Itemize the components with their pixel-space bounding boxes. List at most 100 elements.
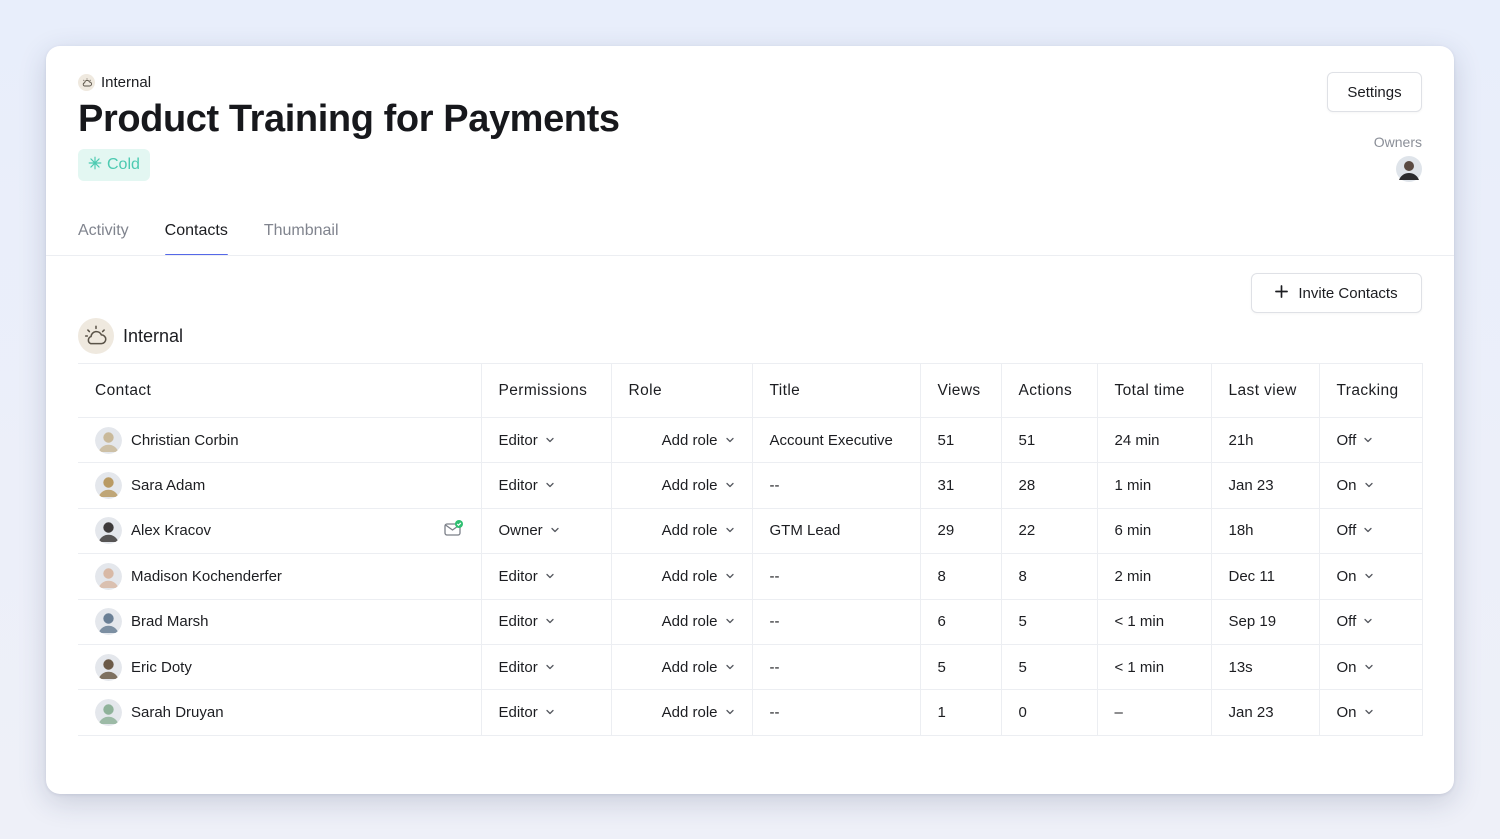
actions-cell: 28 — [1000, 462, 1097, 509]
chevron-down-icon — [1364, 568, 1374, 585]
tracking-cell: Off — [1318, 417, 1423, 464]
permission-cell: Editor — [480, 553, 611, 600]
column-header[interactable]: Permissions — [480, 363, 611, 418]
tracking-value: On — [1336, 704, 1357, 722]
role-dropdown[interactable]: Add role — [662, 522, 735, 539]
avatar[interactable] — [95, 699, 122, 727]
column-header[interactable]: Total time — [1096, 363, 1211, 418]
permission-dropdown[interactable]: Editor — [499, 613, 555, 630]
title-cell: -- — [751, 644, 920, 691]
permission-dropdown[interactable]: Editor — [499, 568, 555, 585]
table-row[interactable]: Christian Corbin Editor Add role Account… — [78, 417, 1423, 464]
role-value: Add role — [661, 477, 718, 495]
document-card: Internal Product Training for Payments C… — [46, 46, 1454, 794]
tracking-value: Off — [1336, 613, 1357, 631]
chevron-down-icon — [1363, 432, 1373, 449]
permission-value: Owner — [498, 522, 543, 540]
permission-cell: Editor — [480, 462, 611, 509]
tab-contacts[interactable]: Contacts — [164, 222, 228, 256]
tab-thumbnail[interactable]: Thumbnail — [264, 222, 339, 256]
tracking-value: Off — [1336, 431, 1357, 449]
settings-button[interactable]: Settings — [1327, 72, 1422, 112]
chevron-down-icon — [545, 568, 555, 585]
chevron-down-icon — [1364, 477, 1374, 494]
title-cell: -- — [751, 553, 920, 600]
tracking-dropdown[interactable]: On — [1337, 568, 1374, 585]
tracking-dropdown[interactable]: Off — [1337, 613, 1374, 630]
tab-activity[interactable]: Activity — [78, 222, 129, 256]
section-header: Internal — [78, 318, 183, 354]
role-dropdown[interactable]: Add role — [662, 477, 735, 494]
avatar[interactable] — [95, 517, 122, 545]
breadcrumb[interactable]: Internal — [78, 74, 620, 91]
column-header[interactable]: Tracking — [1318, 363, 1423, 418]
status-badge[interactable]: Cold — [78, 149, 150, 181]
tracking-dropdown[interactable]: On — [1337, 704, 1374, 721]
contact-cell: Alex Kracov — [78, 508, 481, 555]
last-view-cell: 21h — [1210, 417, 1319, 464]
tracking-dropdown[interactable]: On — [1337, 477, 1374, 494]
permission-dropdown[interactable]: Editor — [499, 432, 555, 449]
permission-dropdown[interactable]: Owner — [499, 522, 560, 539]
views-cell: 6 — [919, 599, 1001, 645]
tracking-value: On — [1336, 477, 1357, 495]
column-header[interactable]: Role — [610, 363, 752, 418]
chevron-down-icon — [725, 659, 735, 676]
permission-dropdown[interactable]: Editor — [499, 477, 555, 494]
permission-dropdown[interactable]: Editor — [499, 659, 555, 676]
title-cell: Account Executive — [751, 417, 920, 464]
chevron-down-icon — [725, 432, 735, 449]
total-time-cell: 6 min — [1096, 508, 1211, 555]
sun-cloud-icon — [78, 318, 114, 354]
views-cell: 5 — [919, 644, 1001, 691]
tracking-cell: On — [1318, 462, 1423, 509]
permission-value: Editor — [498, 613, 538, 631]
column-header[interactable]: Title — [751, 363, 920, 418]
role-dropdown[interactable]: Add role — [662, 659, 735, 676]
chevron-down-icon — [545, 613, 555, 630]
role-cell: Add role — [610, 553, 752, 600]
table-header-row: Contact Permissions Role Title Views Act… — [78, 363, 1423, 418]
table-row[interactable]: Sara Adam Editor Add role -- 31 28 1 min… — [78, 462, 1423, 509]
avatar[interactable] — [95, 426, 122, 454]
column-header[interactable]: Last view — [1210, 363, 1319, 418]
column-header[interactable]: Contact — [78, 363, 481, 418]
role-dropdown[interactable]: Add role — [662, 568, 735, 585]
permission-value: Editor — [498, 567, 538, 585]
avatar[interactable] — [95, 653, 122, 681]
tracking-cell: Off — [1318, 599, 1423, 645]
avatar[interactable] — [1396, 156, 1422, 187]
permission-value: Editor — [498, 704, 538, 722]
table-row[interactable]: Eric Doty Editor Add role -- 5 5 < 1 min… — [78, 644, 1423, 691]
table-row[interactable]: Brad Marsh Editor Add role -- 6 5 < 1 mi… — [78, 599, 1423, 645]
total-time-cell: < 1 min — [1096, 644, 1211, 691]
avatar[interactable] — [95, 562, 122, 590]
chevron-down-icon — [545, 659, 555, 676]
invite-contacts-button[interactable]: Invite Contacts — [1251, 273, 1422, 313]
tracking-dropdown[interactable]: Off — [1337, 522, 1374, 539]
table-row[interactable]: Sarah Druyan Editor Add role -- 1 0 – Ja… — [78, 689, 1423, 736]
last-view-cell: 13s — [1210, 644, 1319, 691]
title-cell: GTM Lead — [751, 508, 920, 555]
role-dropdown[interactable]: Add role — [662, 613, 735, 630]
contact-name: Eric Doty — [131, 658, 192, 676]
mail-check-icon[interactable] — [443, 519, 464, 542]
owners-label: Owners — [1373, 134, 1422, 150]
column-header[interactable]: Actions — [1000, 363, 1097, 418]
contact-name: Brad Marsh — [131, 613, 209, 631]
avatar[interactable] — [95, 608, 122, 636]
tracking-cell: On — [1318, 553, 1423, 600]
table-row[interactable]: Alex Kracov Owner Add role GTM Lead 29 2… — [78, 508, 1423, 555]
role-dropdown[interactable]: Add role — [662, 704, 735, 721]
invite-contacts-label: Invite Contacts — [1298, 284, 1398, 302]
permission-dropdown[interactable]: Editor — [499, 704, 555, 721]
role-dropdown[interactable]: Add role — [662, 432, 735, 449]
column-header[interactable]: Views — [919, 363, 1001, 418]
role-cell: Add role — [610, 462, 752, 509]
tracking-dropdown[interactable]: On — [1337, 659, 1374, 676]
table-row[interactable]: Madison Kochenderfer Editor Add role -- … — [78, 553, 1423, 600]
tracking-dropdown[interactable]: Off — [1337, 432, 1374, 449]
last-view-cell: Dec 11 — [1210, 553, 1319, 600]
contact-cell: Brad Marsh — [78, 599, 481, 645]
avatar[interactable] — [95, 472, 122, 500]
